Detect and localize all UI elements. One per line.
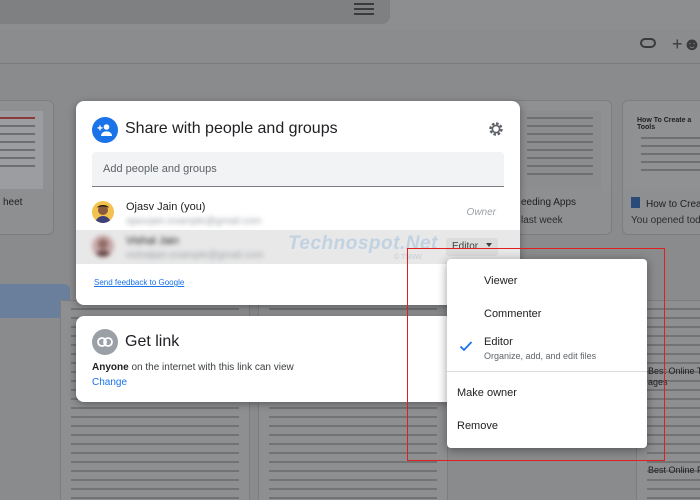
menu-divider: [447, 371, 647, 372]
file-thumbnail: [0, 101, 53, 189]
avatar: [92, 201, 114, 223]
file-card[interactable]: eeding Apps last week: [508, 100, 612, 235]
link-icon: [92, 329, 118, 355]
role-dropdown-button[interactable]: Editor: [446, 238, 499, 256]
file-card[interactable]: heet: [0, 100, 54, 235]
file-title: heet: [3, 197, 23, 208]
role-menu: Viewer Commenter Editor Organize, add, a…: [447, 259, 647, 448]
file-subtitle: last week: [521, 215, 563, 226]
dialog-title: Share with people and groups: [125, 120, 338, 137]
file-title: How to Crea: [631, 197, 700, 210]
person-name: Vishal Jain: [126, 235, 179, 247]
menu-item-viewer[interactable]: Viewer: [447, 275, 647, 295]
drive-toolbar: [0, 30, 700, 64]
link-access-description: Anyone on the internet with this link ca…: [92, 362, 294, 373]
docs-icon: [631, 197, 640, 208]
editor-description: Organize, add, and edit files: [484, 351, 597, 361]
role-dropdown-label: Editor: [452, 241, 479, 252]
add-people-placeholder: Add people and groups: [103, 163, 217, 175]
search-bar[interactable]: [0, 0, 390, 24]
chevron-down-icon: [486, 243, 493, 247]
file-title: eeding Apps: [521, 197, 577, 208]
avatar: [92, 235, 114, 257]
checkmark-icon: [459, 341, 473, 352]
menu-item-commenter[interactable]: Commenter: [447, 308, 647, 328]
person-row-owner: Ojasv Jain (you) ojasvjain.example@gmail…: [92, 196, 504, 230]
get-link-title: Get link: [125, 333, 180, 350]
file-thumbnail: How To Create a Tools: [623, 101, 700, 189]
file-subtitle: You opened today: [631, 215, 700, 226]
make-owner-item[interactable]: Make owner: [447, 387, 647, 407]
person-email: vishaljain.example@gmail.com: [126, 250, 264, 261]
person-email: ojasvjain.example@gmail.com: [126, 216, 262, 227]
search-options-icon[interactable]: [354, 0, 374, 15]
side-text: ages: [648, 377, 668, 387]
send-feedback-link[interactable]: Send feedback to Google: [94, 278, 184, 287]
person-name: Ojasv Jain (you): [126, 201, 206, 213]
gear-icon[interactable]: [486, 119, 506, 139]
file-card[interactable]: How To Create a Tools How to Crea You op…: [622, 100, 700, 235]
add-person-icon: [92, 117, 118, 143]
menu-item-editor[interactable]: Editor Organize, add, and edit files: [447, 336, 647, 366]
file-thumbnail: [509, 101, 611, 189]
add-person-icon[interactable]: +☻: [672, 34, 700, 55]
owner-label: Owner: [466, 207, 496, 218]
watermark: Technospot.Net: [288, 233, 438, 254]
change-access-link[interactable]: Change: [92, 377, 127, 388]
side-text: Best Online Photo Editors: [648, 465, 700, 475]
remove-item[interactable]: Remove: [447, 420, 647, 440]
side-text: Best Online Tool: [648, 366, 700, 376]
watermark-sub: © TSNW: [394, 254, 422, 261]
link-icon[interactable]: [640, 38, 656, 48]
add-people-input[interactable]: Add people and groups: [92, 152, 504, 187]
thumbnail-text: How To Create a Tools: [637, 117, 692, 131]
